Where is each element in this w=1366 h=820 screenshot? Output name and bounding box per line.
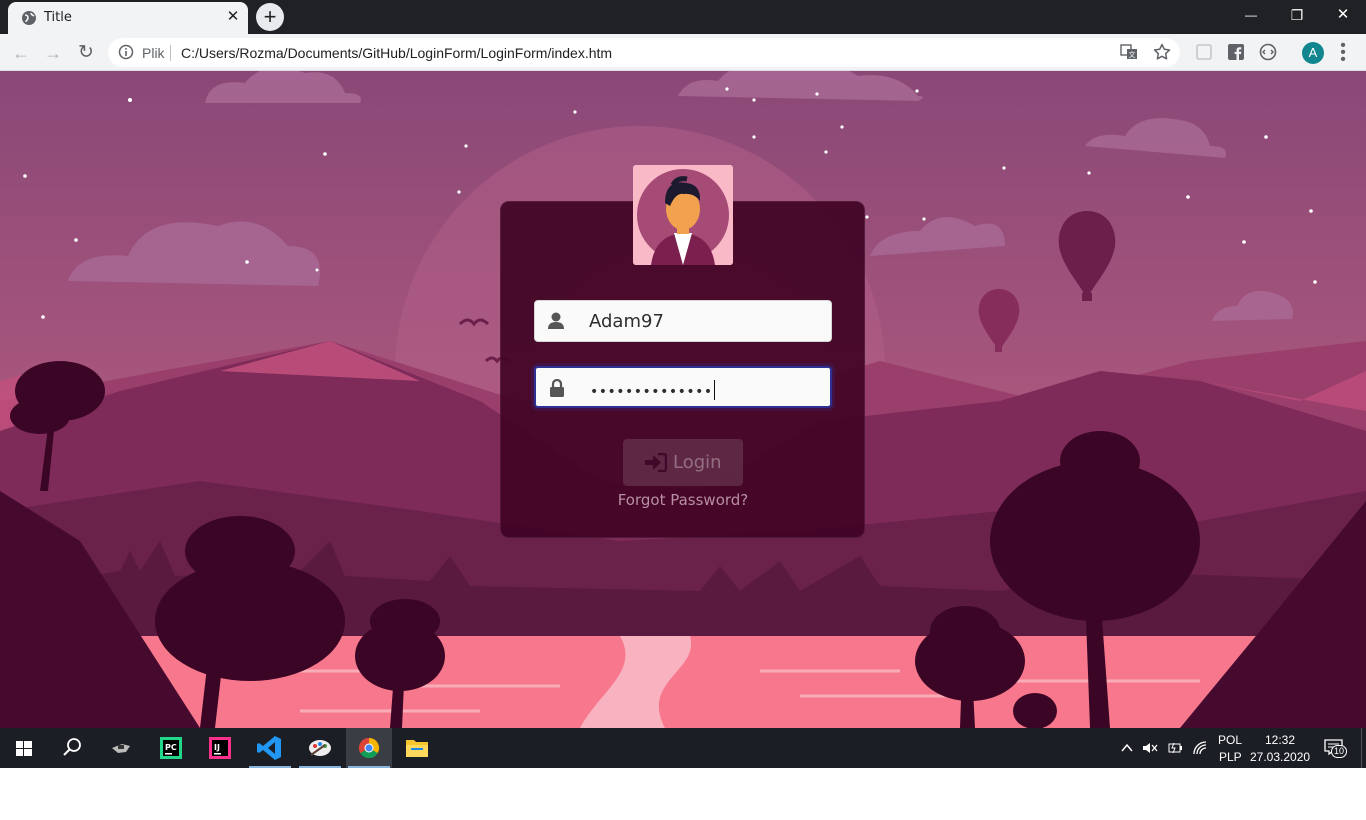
globe-icon <box>22 11 36 25</box>
lock-icon <box>550 379 564 397</box>
tool-icon <box>112 744 130 753</box>
username-field[interactable]: Adam97 <box>534 300 832 342</box>
bookmark-star-icon[interactable] <box>1153 43 1171 61</box>
language-code[interactable]: POL <box>1218 733 1242 747</box>
window-close-button[interactable]: ✕ <box>1320 0 1366 30</box>
chrome-icon <box>358 737 380 759</box>
svg-text:文: 文 <box>1129 50 1136 59</box>
user-icon <box>548 312 564 329</box>
svg-text:PC: PC <box>165 743 177 752</box>
notification-count: 10 <box>1331 745 1348 758</box>
address-bar[interactable]: Plik C:/Users/Rozma/Documents/GitHub/Log… <box>108 38 1180 67</box>
sign-in-icon <box>645 453 667 472</box>
taskbar-app-paint[interactable] <box>297 728 343 768</box>
active-indicator <box>299 766 341 768</box>
volume-muted-icon[interactable] <box>1142 740 1158 756</box>
tab-title: Title <box>44 10 72 25</box>
url-scheme-label: Plik <box>142 45 165 61</box>
forgot-password-link[interactable]: Forgot Password? <box>0 491 1366 509</box>
search-button[interactable] <box>48 728 94 768</box>
chevron-up-icon[interactable] <box>1120 741 1134 755</box>
browser-tab[interactable]: Title ✕ <box>8 2 248 34</box>
translate-icon[interactable]: 文 <box>1120 43 1138 61</box>
windows-logo-icon <box>16 741 32 756</box>
chrome-menu-icon[interactable]: • • • <box>1338 38 1348 68</box>
facebook-icon[interactable] <box>1226 42 1246 62</box>
wifi-icon[interactable] <box>1192 740 1208 756</box>
minimize-button[interactable]: — <box>1228 0 1274 30</box>
start-button[interactable] <box>0 728 46 768</box>
clock-time[interactable]: 12:32 <box>1250 733 1310 747</box>
vscode-icon <box>257 736 281 760</box>
forward-button[interactable]: → <box>40 40 66 66</box>
clock-date[interactable]: 27.03.2020 <box>1250 750 1310 764</box>
profile-avatar[interactable]: A <box>1302 42 1324 64</box>
folder-icon <box>406 740 428 757</box>
tab-strip: Title ✕ + — ❐ ✕ <box>0 0 1366 34</box>
reload-button[interactable]: ↻ <box>73 40 99 66</box>
active-indicator <box>348 766 390 768</box>
taskbar-app-pycharm[interactable]: PC <box>148 728 194 768</box>
restore-button[interactable]: ❐ <box>1274 0 1320 30</box>
show-desktop-button[interactable] <box>1361 728 1366 768</box>
svg-text:IJ: IJ <box>214 743 220 752</box>
password-field[interactable]: •••••••••••••• <box>534 366 832 408</box>
user-avatar <box>633 165 733 265</box>
text-caret <box>713 380 715 400</box>
taskbar-app-intellij[interactable]: IJ <box>197 728 243 768</box>
taskbar-app-tool[interactable] <box>98 728 144 768</box>
paint-icon <box>309 740 331 756</box>
extension-circle-icon[interactable] <box>1258 42 1278 62</box>
new-tab-button[interactable]: + <box>256 3 284 31</box>
taskbar-app-file-explorer[interactable] <box>394 728 440 768</box>
notification-center[interactable]: 10 <box>1322 738 1348 760</box>
info-icon[interactable] <box>118 44 134 60</box>
intellij-icon: IJ <box>209 737 231 759</box>
pycharm-icon: PC <box>160 737 182 759</box>
username-value: Adam97 <box>589 311 664 332</box>
battery-icon[interactable] <box>1167 740 1183 756</box>
browser-toolbar: ← → ↻ Plik C:/Users/Rozma/Documents/GitH… <box>0 34 1366 71</box>
url-separator <box>170 45 171 61</box>
search-icon <box>63 738 81 756</box>
taskbar-app-vscode[interactable] <box>247 728 293 768</box>
login-button[interactable]: Login <box>623 439 743 486</box>
active-indicator <box>249 766 291 768</box>
keyboard-layout[interactable]: PLP <box>1219 750 1242 764</box>
page-viewport: Adam97 •••••••••••••• Login Forgot Passw… <box>0 71 1366 728</box>
tab-close-icon[interactable]: ✕ <box>224 8 242 26</box>
back-button[interactable]: ← <box>8 40 34 66</box>
login-label: Login <box>673 452 722 473</box>
taskbar-app-chrome[interactable] <box>346 728 392 768</box>
extension-icon[interactable] <box>1194 42 1214 62</box>
password-value: •••••••••••••• <box>590 380 715 400</box>
screen: Title ✕ + — ❐ ✕ ← → ↻ Plik C:/Users/Rozm… <box>0 0 1366 768</box>
url-text[interactable]: C:/Users/Rozma/Documents/GitHub/LoginFor… <box>181 45 612 61</box>
person-icon <box>633 165 733 265</box>
windows-taskbar: PC IJ POL PLP 12:32 27.03.2020 10 <box>0 728 1366 768</box>
